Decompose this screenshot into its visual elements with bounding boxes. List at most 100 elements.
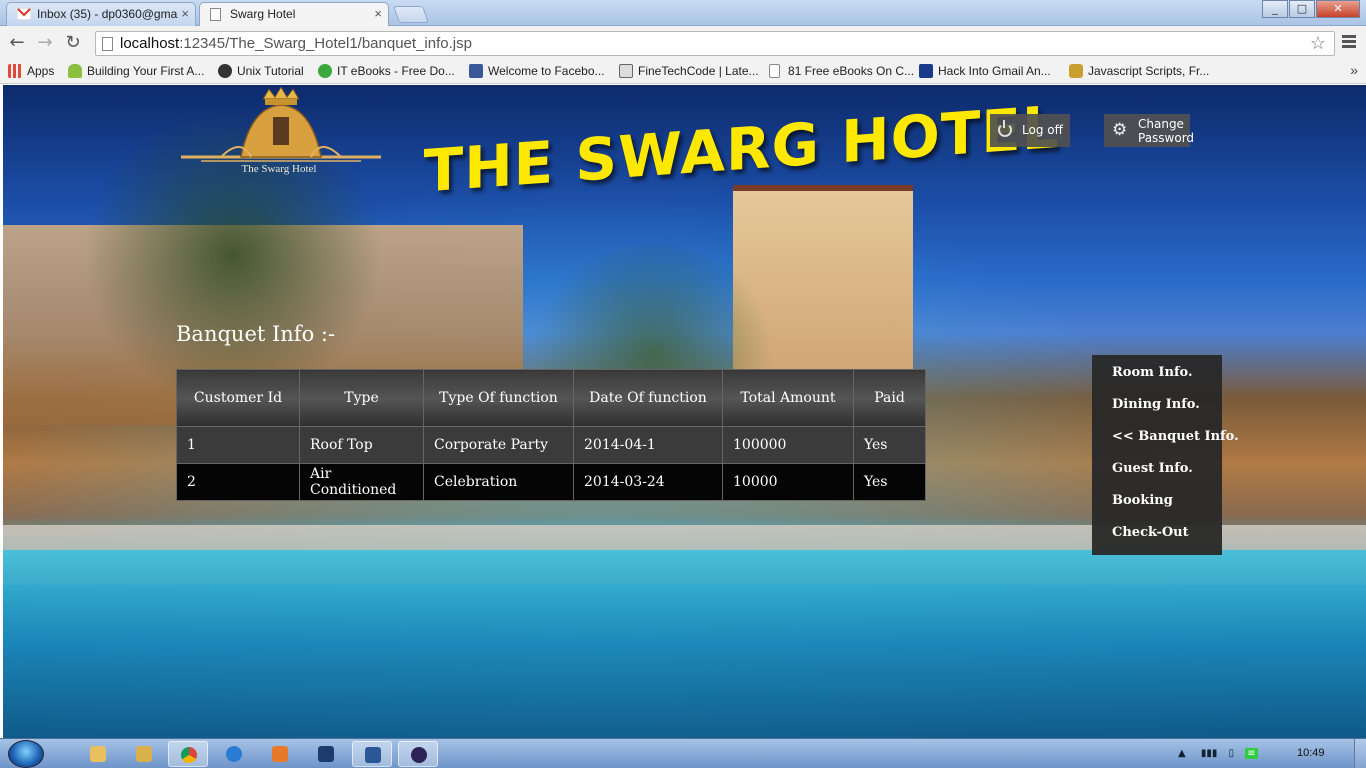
table-header-row: Customer Id Type Type Of function Date O…	[176, 369, 926, 427]
menu-item-booking[interactable]: Booking	[1112, 493, 1173, 508]
menu-item-check-out[interactable]: Check-Out	[1112, 525, 1189, 540]
battery-icon[interactable]: ▯	[1229, 748, 1235, 759]
tab-gmail[interactable]: Inbox (35) - dp0360@gma ×	[6, 2, 196, 26]
maximize-button[interactable]: □	[1289, 0, 1315, 18]
browser-tabstrip: Inbox (35) - dp0360@gma × Swarg Hotel × …	[0, 0, 1366, 27]
bookmark-label: Unix Tutorial	[237, 64, 304, 78]
page-icon	[102, 37, 113, 51]
address-bar[interactable]: localhost:12345/The_Swarg_Hotel1/banquet…	[95, 31, 1335, 56]
media-player-icon	[272, 746, 288, 762]
gmail-icon	[17, 8, 31, 20]
close-window-button[interactable]: ✕	[1316, 0, 1360, 18]
reload-icon[interactable]: ↻	[62, 32, 84, 54]
change-password-label-line2: Password	[1138, 131, 1195, 145]
hotel-page: The Swarg Hotel THE SWARG HOTEL Log off …	[3, 85, 1366, 738]
bookmark-apps[interactable]: Apps	[8, 64, 54, 78]
table-cell: 100000	[722, 426, 854, 464]
windows-taskbar: ▲ ▮▮▮ ▯ ≡ 10:49	[0, 738, 1366, 768]
menu-item-banquet-info[interactable]: << Banquet Info.	[1112, 429, 1239, 444]
page-icon	[210, 8, 221, 21]
taskbar-word[interactable]	[352, 741, 392, 767]
column-header: Type Of function	[423, 369, 574, 427]
table-cell: Roof Top	[299, 426, 424, 464]
system-tray: ▲ ▮▮▮ ▯ ≡	[1178, 748, 1258, 759]
logoff-label: Log off	[1022, 123, 1063, 137]
taskbar-media-player[interactable]	[260, 741, 300, 767]
table-row: 1 Roof Top Corporate Party 2014-04-1 100…	[176, 426, 926, 464]
taskbar-app[interactable]	[124, 741, 164, 767]
menu-item-room-info[interactable]: Room Info.	[1112, 365, 1193, 380]
close-icon[interactable]: ×	[181, 6, 189, 21]
bookmark-label: Apps	[27, 64, 55, 78]
table-row: 2 Air Conditioned Celebration 2014-03-24…	[176, 463, 926, 501]
android-icon	[68, 64, 82, 78]
bookmark-label: Javascript Scripts, Fr...	[1088, 64, 1210, 78]
signal-icon[interactable]: ▮▮▮	[1201, 748, 1218, 759]
taskbar-eclipse[interactable]	[398, 741, 438, 767]
back-arrow-icon[interactable]: ←	[6, 32, 28, 54]
column-header: Type	[299, 369, 424, 427]
table-cell: Air Conditioned	[299, 463, 424, 501]
bookmark-efy[interactable]: Hack Into Gmail An...	[919, 64, 1051, 78]
menu-icon[interactable]	[1342, 33, 1358, 53]
table-cell: Corporate Party	[423, 426, 574, 464]
new-tab-button[interactable]	[392, 6, 430, 23]
table-cell: 2014-03-24	[573, 463, 723, 501]
bookmark-it-ebooks[interactable]: IT eBooks - Free Do...	[318, 64, 455, 78]
taskbar-photoshop[interactable]	[306, 741, 346, 767]
network-icon[interactable]: ≡	[1245, 748, 1258, 759]
minimize-button[interactable]: _	[1262, 0, 1288, 18]
bookmark-label: IT eBooks - Free Do...	[337, 64, 455, 78]
show-desktop-button[interactable]	[1354, 739, 1366, 768]
close-icon[interactable]: ×	[374, 6, 382, 21]
taskbar-chrome[interactable]	[168, 741, 208, 767]
logo-text: The Swarg Hotel	[241, 163, 317, 175]
bookmark-facebook[interactable]: Welcome to Facebo...	[469, 64, 605, 78]
star-icon[interactable]: ☆	[1310, 33, 1326, 54]
bookmark-unix[interactable]: Unix Tutorial	[218, 64, 304, 78]
change-password-label-line1: Change	[1138, 117, 1184, 131]
column-header: Paid	[853, 369, 926, 427]
background-pool	[3, 550, 1366, 738]
show-hidden-icons-icon[interactable]: ▲	[1178, 748, 1186, 759]
forward-arrow-icon[interactable]: →	[34, 32, 56, 54]
unix-icon	[218, 64, 232, 78]
table-cell: 1	[176, 426, 300, 464]
banquet-table: Customer Id Type Type Of function Date O…	[176, 369, 926, 501]
efy-icon	[919, 64, 933, 78]
url-host: localhost	[120, 35, 180, 52]
menu-item-guest-info[interactable]: Guest Info.	[1112, 461, 1193, 476]
change-password-button[interactable]: ⚙ Change Password	[1104, 114, 1194, 147]
ftc-icon	[619, 64, 633, 78]
bookmark-label: Welcome to Facebo...	[488, 64, 605, 78]
bookmark-finetechcode[interactable]: FineTechCode | Late...	[619, 64, 759, 78]
menu-item-dining-info[interactable]: Dining Info.	[1112, 397, 1200, 412]
chrome-icon	[181, 747, 197, 763]
photoshop-icon	[318, 746, 334, 762]
taskbar-ie[interactable]	[214, 741, 254, 767]
bookmark-81-free-ebooks[interactable]: 81 Free eBooks On C...	[769, 64, 914, 78]
bookmarks-overflow-button[interactable]: »	[1350, 62, 1358, 78]
bookmark-javascript[interactable]: Javascript Scripts, Fr...	[1069, 64, 1209, 78]
bookmark-android[interactable]: Building Your First A...	[68, 64, 204, 78]
taskbar-explorer[interactable]	[78, 741, 118, 767]
table-cell: Yes	[853, 463, 926, 501]
logoff-button[interactable]: Log off	[990, 114, 1070, 147]
table-cell: 10000	[722, 463, 854, 501]
table-cell: 2014-04-1	[573, 426, 723, 464]
tab-swarg-hotel[interactable]: Swarg Hotel ×	[199, 2, 389, 27]
table-cell: Celebration	[423, 463, 574, 501]
bookmark-label: FineTechCode | Late...	[638, 64, 759, 78]
tab-title: Inbox (35) - dp0360@gma	[37, 7, 178, 21]
green-dot-icon	[318, 64, 332, 78]
bookmark-label: Hack Into Gmail An...	[938, 64, 1051, 78]
clock[interactable]: 10:49	[1297, 747, 1325, 759]
url-path: :12345/The_Swarg_Hotel1/banquet_info.jsp	[179, 35, 472, 52]
section-title: Banquet Info :-	[176, 322, 336, 346]
bookmark-label: 81 Free eBooks On C...	[788, 64, 915, 78]
bookmarks-bar: Apps Building Your First A... Unix Tutor…	[0, 60, 1366, 84]
start-button[interactable]	[8, 740, 44, 768]
window-controls: _ □ ✕	[1261, 0, 1360, 18]
js-icon	[1069, 64, 1083, 78]
internet-explorer-icon	[226, 746, 242, 762]
